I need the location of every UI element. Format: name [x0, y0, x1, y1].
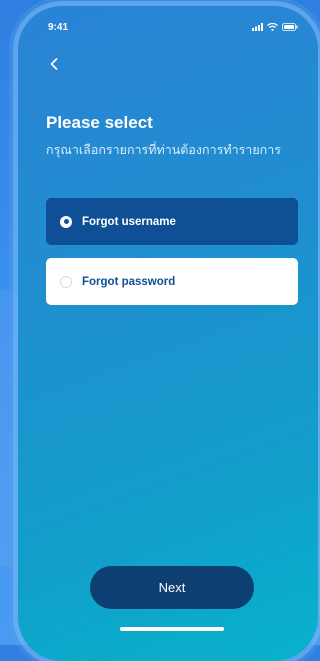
next-button[interactable]: Next [90, 566, 254, 609]
wifi-icon [267, 23, 278, 31]
option-label: Forgot password [82, 275, 176, 288]
home-indicator [120, 627, 224, 631]
chevron-left-icon [50, 58, 58, 70]
signal-icon [252, 23, 263, 31]
option-forgot-username[interactable]: Forgot username [46, 198, 298, 245]
status-time: 9:41 [48, 21, 69, 33]
page-title: Please select [46, 113, 153, 132]
back-button[interactable] [44, 54, 64, 74]
page-subtitle: กรุณาเลือกรายการที่ท่านต้องการทำรายการ [46, 142, 281, 157]
status-icons [252, 23, 298, 31]
battery-icon [282, 23, 298, 31]
phone-frame: 9:41 Please select กรุณาเลือกรายการที่ท่… [18, 6, 318, 661]
option-label: Forgot username [82, 215, 176, 228]
option-forgot-password[interactable]: Forgot password [46, 258, 298, 305]
radio-unselected-icon[interactable] [60, 275, 72, 288]
radio-selected-icon[interactable] [60, 215, 72, 228]
status-bar: 9:41 [18, 18, 318, 36]
